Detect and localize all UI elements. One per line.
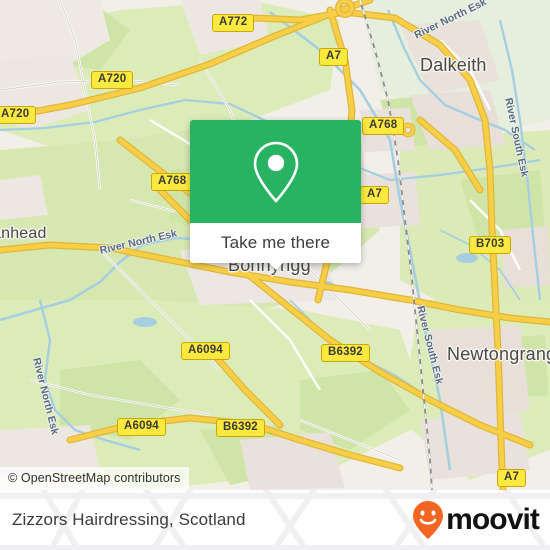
- callout-tail: [267, 262, 284, 270]
- road-shield-a768: A768: [151, 173, 194, 191]
- page-title: Zizzors Hairdressing, Scotland: [12, 510, 246, 529]
- road-shield-a7: A7: [497, 469, 527, 487]
- poi-card-footer[interactable]: Take me there: [190, 223, 361, 270]
- road-shield-a7: A7: [360, 186, 390, 204]
- poi-callout-card[interactable]: Take me there: [190, 120, 361, 270]
- road-shield-a7: A7: [319, 48, 349, 66]
- moovit-wordmark: moovit: [446, 503, 540, 536]
- moovit-pin-smiley-icon: [413, 501, 444, 539]
- map-screenshot-root: Dalkeith Bonnyrigg Newtongrange anhead R…: [0, 0, 550, 550]
- moovit-brand[interactable]: moovit: [411, 500, 540, 540]
- road-shield-a6094: A6094: [181, 342, 230, 360]
- road-shield-b703: B703: [469, 236, 512, 254]
- road-shield-a772: A772: [212, 14, 255, 32]
- map-canvas[interactable]: Dalkeith Bonnyrigg Newtongrange anhead R…: [0, 0, 550, 490]
- map-pin-icon: [253, 141, 298, 202]
- osm-attribution[interactable]: © OpenStreetMap contributors: [0, 467, 189, 490]
- road-shield-a6094: A6094: [117, 418, 166, 436]
- poi-card-image: [190, 120, 361, 223]
- take-me-there-label: Take me there: [220, 233, 331, 252]
- road-shield-a768: A768: [362, 117, 405, 135]
- road-shield-b6392: B6392: [216, 419, 265, 437]
- footer-bar: Zizzors Hairdressing, Scotland moovit: [0, 490, 550, 550]
- road-shield-a720: A720: [91, 71, 134, 89]
- road-shield-a720: A720: [0, 106, 37, 124]
- road-shield-b6392: B6392: [321, 344, 370, 362]
